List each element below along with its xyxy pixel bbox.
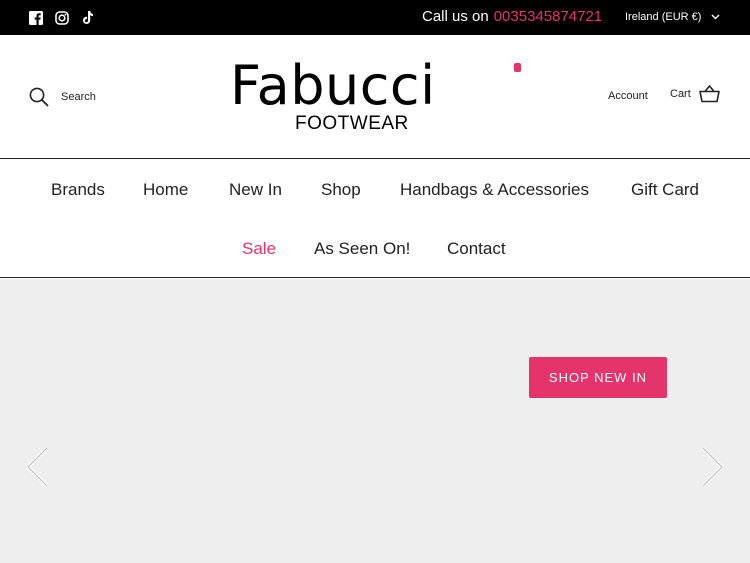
logo-wordmark: Fabucci (230, 54, 436, 117)
nav-item-contact[interactable]: Contact (447, 239, 506, 259)
call-us-text: Call us on 0035345874721 (422, 8, 602, 25)
site-logo[interactable]: Fabucci FOOTWEAR (230, 57, 522, 137)
nav-item-sale[interactable]: Sale (242, 239, 276, 259)
main-navigation: Brands Home New In Shop Handbags & Acces… (0, 160, 750, 278)
search-icon (29, 87, 49, 107)
nav-item-handbags-accessories[interactable]: Handbags & Accessories (400, 180, 589, 200)
nav-item-home[interactable]: Home (143, 180, 188, 200)
locale-selector[interactable]: Ireland (EUR €) (625, 11, 720, 23)
hero-slideshow: SHOP NEW IN (0, 279, 750, 563)
next-slide-button[interactable] (700, 446, 725, 488)
cart-label: Cart (670, 88, 691, 100)
tiktok-icon[interactable] (80, 10, 95, 25)
search-button[interactable]: Search (29, 86, 96, 108)
nav-item-shop[interactable]: Shop (321, 180, 361, 200)
nav-item-new-in[interactable]: New In (229, 180, 282, 200)
cart-link[interactable]: Cart (670, 85, 720, 103)
locale-label: Ireland (EUR €) (625, 11, 702, 23)
basket-icon (698, 85, 720, 103)
previous-slide-button[interactable] (25, 446, 50, 488)
chevron-left-icon (25, 446, 49, 488)
facebook-icon[interactable] (28, 10, 43, 25)
chevron-down-icon (711, 14, 720, 20)
call-us-label: Call us on (422, 8, 489, 25)
top-bar: Call us on 0035345874721 Ireland (EUR €) (0, 0, 750, 35)
site-header: Search Fabucci FOOTWEAR Account Cart (0, 35, 750, 159)
logo-accent-dot (514, 63, 521, 72)
logo-subtitle: FOOTWEAR (295, 113, 409, 134)
nav-item-as-seen-on[interactable]: As Seen On! (314, 239, 410, 259)
chevron-right-icon (701, 446, 725, 488)
shop-new-in-button[interactable]: SHOP NEW IN (529, 357, 667, 398)
nav-item-gift-card[interactable]: Gift Card (631, 180, 699, 200)
search-label: Search (61, 91, 96, 103)
instagram-icon[interactable] (54, 10, 69, 25)
account-link[interactable]: Account (608, 90, 648, 102)
phone-link[interactable]: 0035345874721 (494, 8, 602, 25)
nav-item-brands[interactable]: Brands (51, 180, 105, 200)
